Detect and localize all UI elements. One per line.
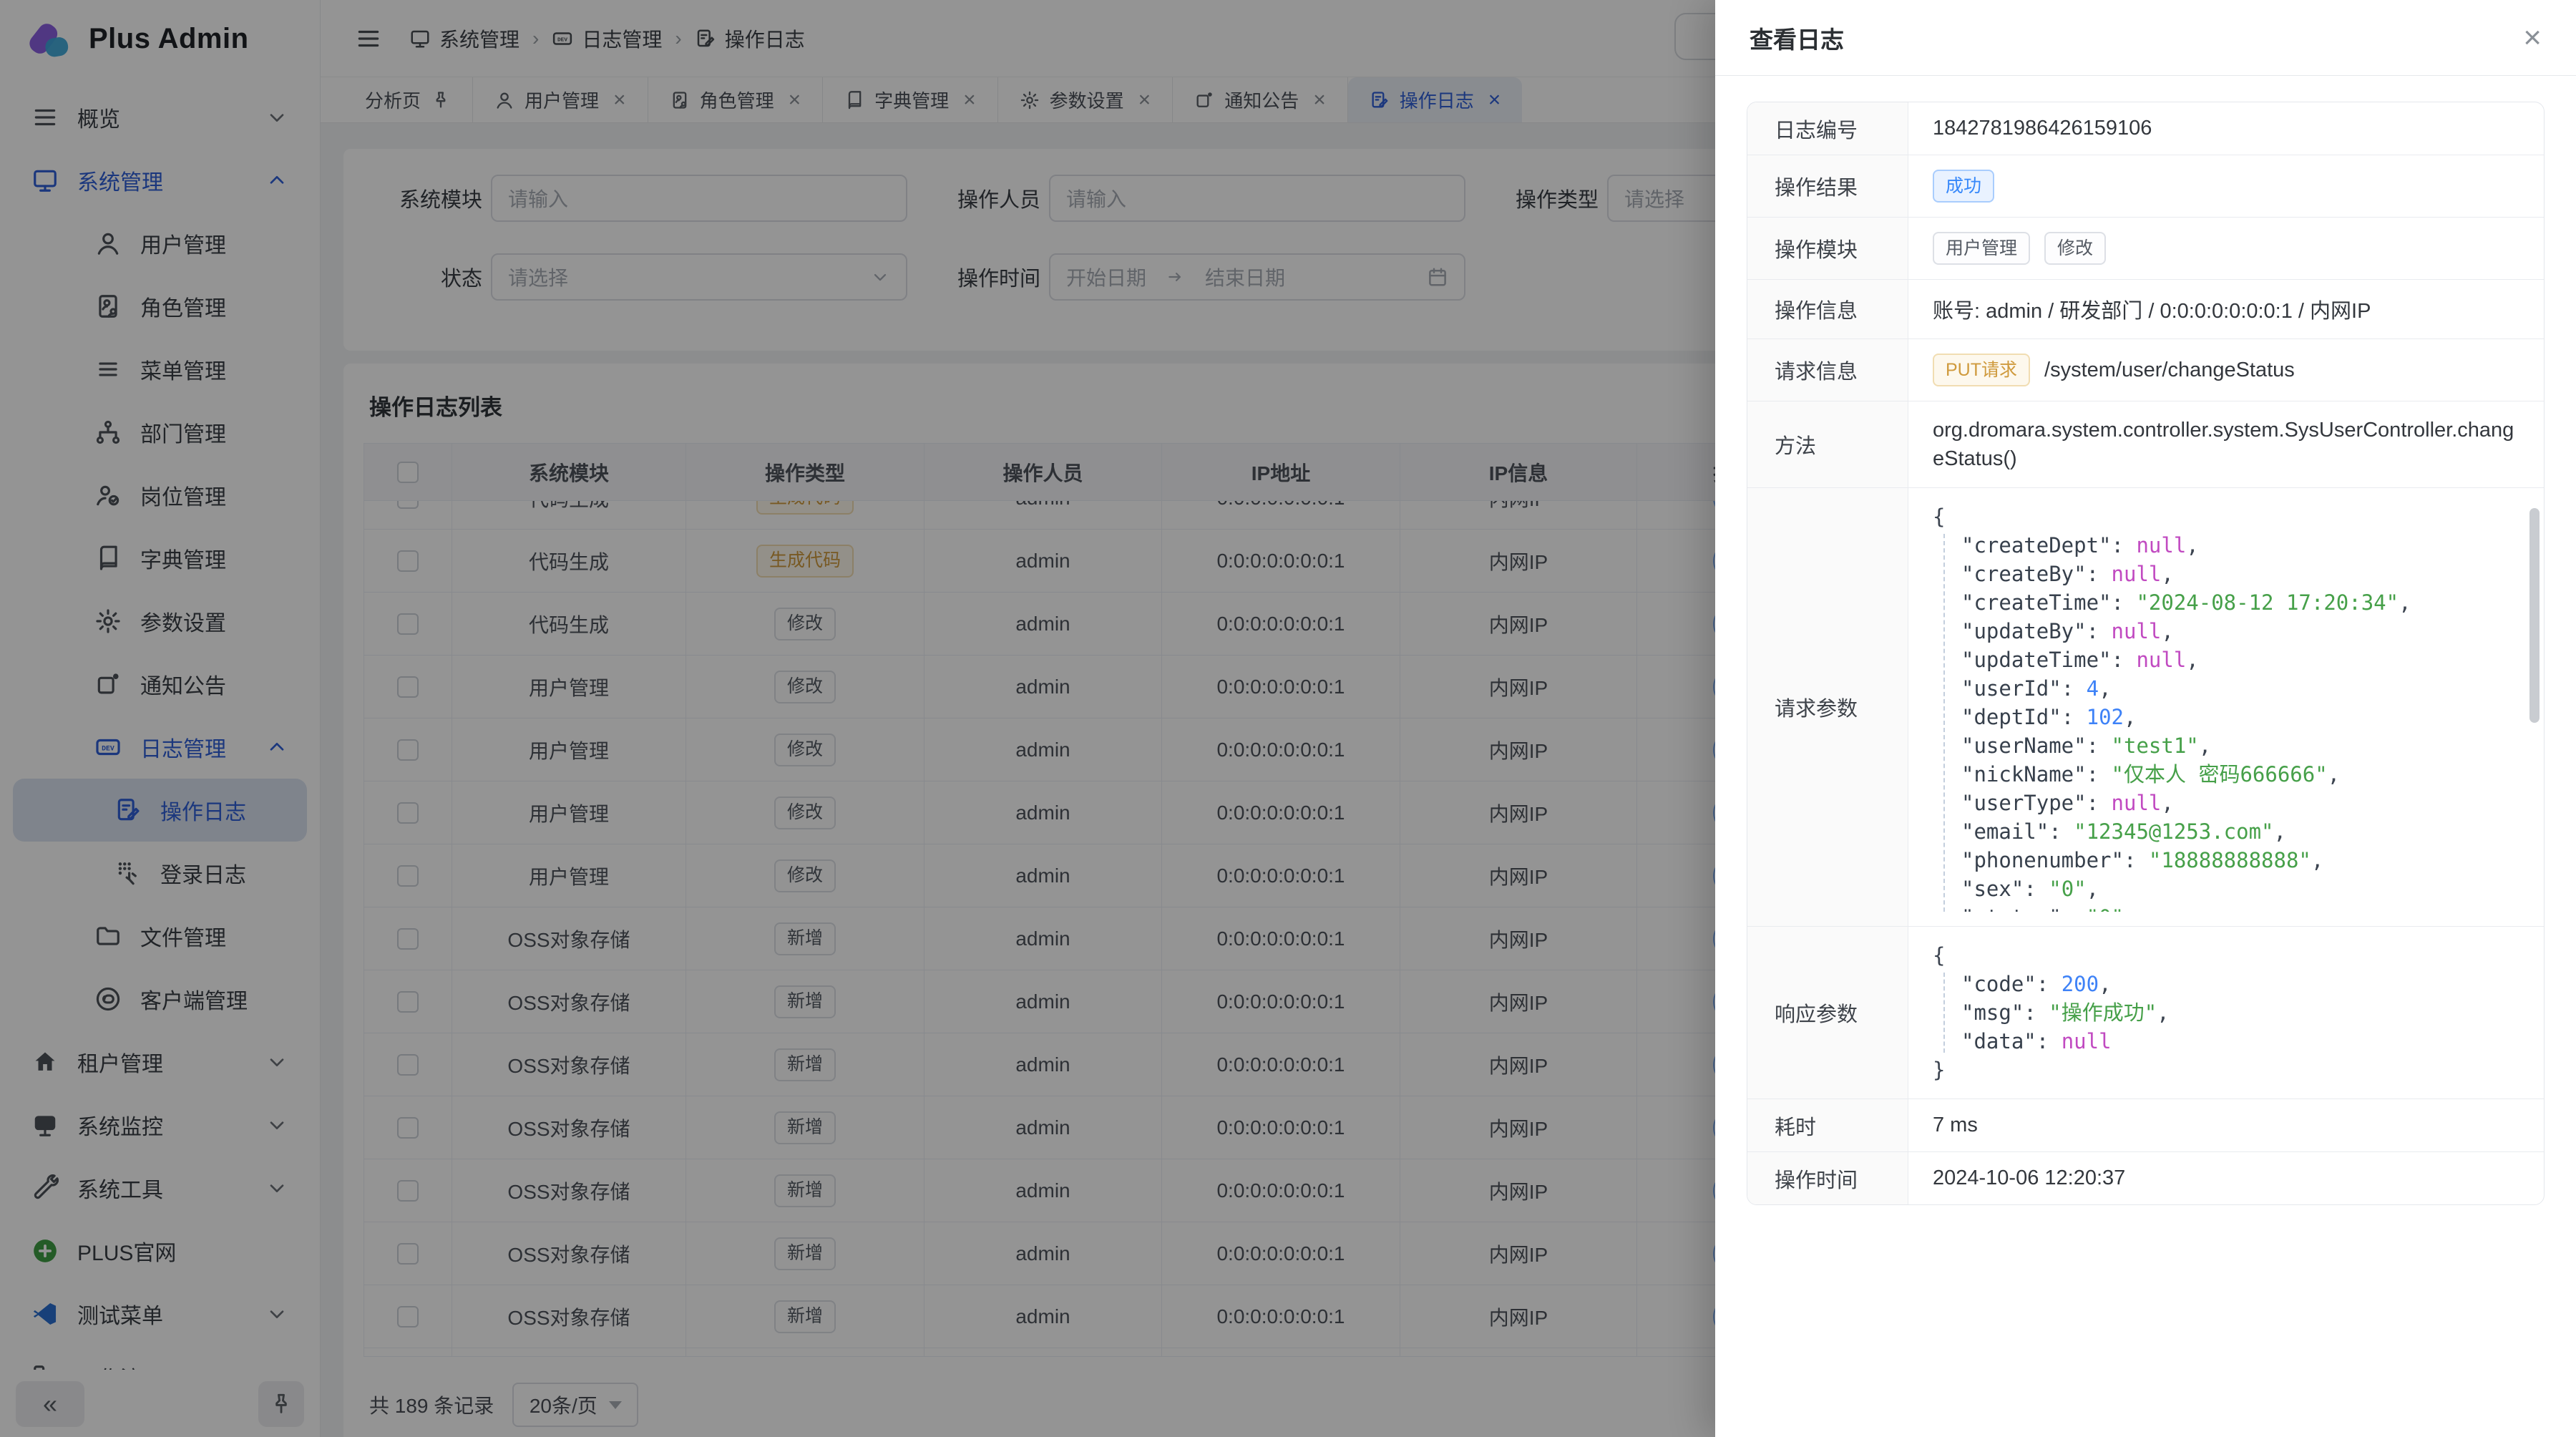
json-line: "userName": "test1", — [1933, 731, 2519, 760]
json-line: "updateTime": null, — [1933, 646, 2519, 674]
detail-value: 1842781986426159106 — [1908, 102, 2544, 155]
log-detail-row: 响应参数{"code": 200,"msg": "操作成功","data": n… — [1747, 926, 2544, 1099]
log-detail-row: 操作信息账号: admin / 研发部门 / 0:0:0:0:0:0:0:1 /… — [1747, 279, 2544, 338]
json-line: "status": "0", — [1933, 903, 2519, 912]
detail-text: org.dromara.system.controller.system.Sys… — [1933, 416, 2519, 473]
log-detail-row: 操作时间 2024-10-06 12:20:37 — [1747, 1151, 2544, 1204]
detail-value: 用户管理修改 — [1908, 218, 2544, 279]
detail-value: 账号: admin / 研发部门 / 0:0:0:0:0:0:0:1 / 内网I… — [1908, 280, 2544, 338]
log-detail-row: 耗时 7 ms — [1747, 1099, 2544, 1151]
detail-label: 请求参数 — [1747, 488, 1908, 926]
detail-label: 日志编号 — [1747, 102, 1908, 155]
detail-value: {"createDept": null,"createBy": null,"cr… — [1908, 488, 2544, 926]
detail-value: 7 ms — [1908, 1099, 2544, 1151]
indent-guide — [1943, 534, 1945, 912]
detail-value: 2024-10-06 12:20:37 — [1908, 1152, 2544, 1204]
detail-label: 方法 — [1747, 401, 1908, 487]
detail-text: 2024-10-06 12:20:37 — [1933, 1166, 2125, 1190]
detail-value: org.dromara.system.controller.system.Sys… — [1908, 401, 2544, 487]
detail-label: 操作模块 — [1747, 218, 1908, 279]
tag-warning: PUT请求 — [1933, 354, 2030, 386]
json-line: "phonenumber": "18888888888", — [1933, 846, 2519, 875]
log-detail-row: 日志编号 1842781986426159106 — [1747, 102, 2544, 155]
json-line: "data": null — [1933, 1027, 2519, 1056]
log-detail-row: 请求信息PUT请求/system/user/changeStatus — [1747, 338, 2544, 401]
json-line: } — [1933, 1056, 2519, 1084]
json-line: "nickName": "仅本人 密码666666", — [1933, 760, 2519, 789]
detail-label: 操作时间 — [1747, 1152, 1908, 1204]
detail-value: {"code": 200,"msg": "操作成功","data": null} — [1908, 927, 2544, 1099]
close-icon[interactable]: × — [2523, 22, 2542, 54]
json-line: "createBy": null, — [1933, 560, 2519, 588]
detail-label: 操作信息 — [1747, 280, 1908, 338]
detail-label: 响应参数 — [1747, 927, 1908, 1099]
log-detail-row: 方法 org.dromara.system.controller.system.S… — [1747, 401, 2544, 487]
json-line: { — [1933, 941, 2519, 970]
modal-overlay[interactable] — [0, 0, 1715, 1437]
json-line: "msg": "操作成功", — [1933, 998, 2519, 1027]
indent-guide — [1943, 973, 1945, 1053]
json-line: "sex": "0", — [1933, 875, 2519, 903]
detail-value: PUT请求/system/user/changeStatus — [1908, 339, 2544, 401]
log-detail-row: 操作模块用户管理修改 — [1747, 217, 2544, 279]
tag-primary: 成功 — [1933, 170, 1994, 203]
tag-plain: 用户管理 — [1933, 232, 2030, 265]
log-detail-row: 操作结果成功 — [1747, 155, 2544, 217]
drawer-header: 查看日志 × — [1715, 0, 2576, 76]
detail-label: 耗时 — [1747, 1099, 1908, 1151]
detail-text: 账号: admin / 研发部门 / 0:0:0:0:0:0:0:1 / 内网I… — [1933, 294, 2371, 324]
detail-label: 请求信息 — [1747, 339, 1908, 401]
request-url: /system/user/changeStatus — [2044, 359, 2295, 382]
json-code-block: {"code": 200,"msg": "操作成功","data": null} — [1933, 941, 2519, 1084]
scrollbar-thumb[interactable] — [2529, 508, 2540, 723]
json-line: "updateBy": null, — [1933, 617, 2519, 646]
json-line: { — [1933, 502, 2519, 531]
tag-plain: 修改 — [2044, 232, 2106, 265]
detail-label: 操作结果 — [1747, 155, 1908, 217]
json-line: "userId": 4, — [1933, 674, 2519, 703]
detail-text: 7 ms — [1933, 1114, 1978, 1137]
drawer-body: 日志编号1842781986426159106操作结果成功操作模块用户管理修改操… — [1715, 76, 2576, 1231]
json-line: "createTime": "2024-08-12 17:20:34", — [1933, 588, 2519, 617]
detail-text: 1842781986426159106 — [1933, 117, 2152, 140]
json-line: "createDept": null, — [1933, 531, 2519, 560]
view-log-drawer: 查看日志 × 日志编号1842781986426159106操作结果成功操作模块… — [1715, 0, 2576, 1437]
drawer-title: 查看日志 — [1750, 21, 1844, 55]
log-detail-table: 日志编号1842781986426159106操作结果成功操作模块用户管理修改操… — [1747, 102, 2545, 1205]
detail-value: 成功 — [1908, 155, 2544, 217]
json-line: "email": "12345@1253.com", — [1933, 817, 2519, 846]
log-detail-row: 请求参数{"createDept": null,"createBy": null… — [1747, 487, 2544, 926]
json-line: "userType": null, — [1933, 789, 2519, 817]
json-line: "code": 200, — [1933, 970, 2519, 998]
json-code-block: {"createDept": null,"createBy": null,"cr… — [1933, 502, 2519, 912]
json-line: "deptId": 102, — [1933, 703, 2519, 731]
